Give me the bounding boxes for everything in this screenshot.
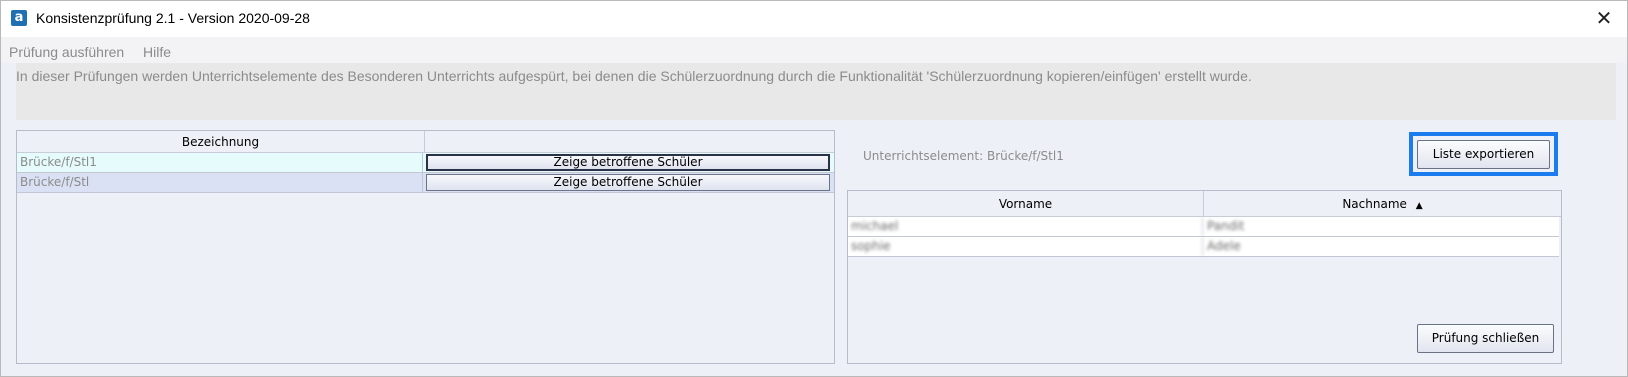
nachname-header-label: Nachname [1342,197,1407,211]
table-row[interactable]: michael Pandit [848,217,1559,237]
cell-bezeichnung: Brücke/f/Stl1 [17,153,423,172]
menu-bar: Prüfung ausführen Hilfe [1,37,1627,63]
app-logo-icon: a [11,10,27,26]
cell-nachname: Adele [1207,239,1241,253]
unterrichtselement-label: Unterrichtselement: Brücke/f/Stl1 [863,149,1064,163]
table-row[interactable]: sophie Adele [848,237,1559,257]
show-affected-students-button[interactable]: Zeige betroffene Schüler [426,174,830,191]
cell-bezeichnung: Brücke/f/Stl [17,173,423,192]
menu-pruefung-ausfuehren[interactable]: Prüfung ausführen [9,44,124,60]
students-table-header: Vorname Nachname ▲ [848,191,1561,217]
export-list-button[interactable]: Liste exportieren [1417,140,1550,169]
menu-hilfe[interactable]: Hilfe [143,44,171,60]
close-window-button[interactable]: ✕ [1581,1,1627,37]
column-header-bezeichnung[interactable]: Bezeichnung [17,131,425,152]
info-panel: In dieser Prüfungen werden Unterrichtsel… [16,63,1616,120]
show-affected-students-button[interactable]: Zeige betroffene Schüler [426,154,830,171]
close-check-button[interactable]: Prüfung schließen [1417,324,1554,353]
column-header-nachname[interactable]: Nachname ▲ [1204,191,1561,216]
info-description: In dieser Prüfungen werden Unterrichtsel… [16,68,1252,84]
sort-ascending-icon: ▲ [1415,201,1423,211]
cell-vorname: michael [848,217,1203,236]
cell-vorname: sophie [848,237,1203,256]
title-bar: a Konsistenzprüfung 2.1 - Version 2020-0… [1,1,1627,37]
cell-nachname: Pandit [1207,219,1245,233]
elements-table: Bezeichnung Brücke/f/Stl1 Zeige betroffe… [16,130,835,364]
column-header-action [425,131,834,152]
table-row[interactable]: Brücke/f/Stl1 Zeige betroffene Schüler [17,153,834,173]
window-title: Konsistenzprüfung 2.1 - Version 2020-09-… [36,10,310,26]
table-row[interactable]: Brücke/f/Stl Zeige betroffene Schüler [17,173,834,193]
elements-table-header: Bezeichnung [17,131,834,153]
app-window: a Konsistenzprüfung 2.1 - Version 2020-0… [0,0,1628,377]
column-header-vorname[interactable]: Vorname [848,191,1204,216]
